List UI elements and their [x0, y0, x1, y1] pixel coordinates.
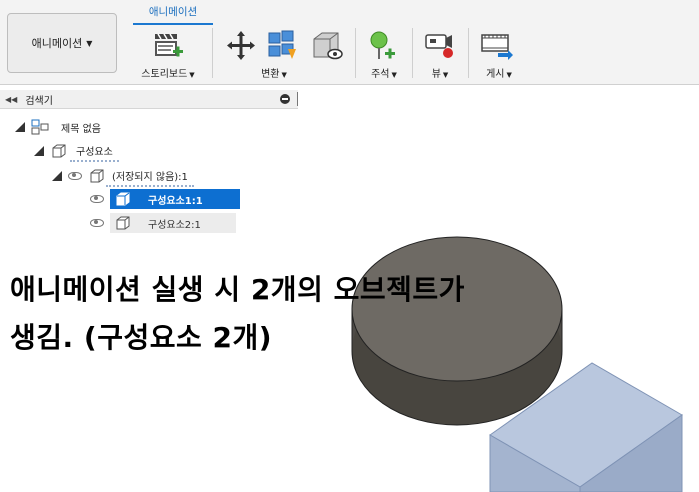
tree-row-component2[interactable]: 구성요소2:1	[90, 213, 236, 233]
callout-pin-icon	[370, 31, 395, 59]
minimize-icon[interactable]	[280, 94, 290, 104]
divider	[355, 28, 356, 78]
transform-group[interactable]: 변환 ▼	[218, 26, 350, 82]
transform-components-icon	[268, 30, 296, 59]
browser-title: 검색기	[25, 95, 53, 107]
tree-item-component2[interactable]: 구성요소2:1	[110, 213, 236, 233]
publish-group[interactable]: 게시 ▼	[472, 26, 526, 82]
visibility-eye-icon[interactable]	[90, 195, 104, 203]
tree-row-root[interactable]: 제목 없음	[15, 117, 107, 137]
tree-label-unsaved: (저장되지 않음):1	[106, 166, 194, 187]
storyboard-group[interactable]: 스토리보드 ▼	[128, 26, 208, 82]
body-icon	[116, 192, 130, 206]
tree-row-components[interactable]: 구성요소	[34, 141, 119, 162]
storyboard-label: 스토리보드 ▼	[141, 69, 195, 80]
expand-toggle-icon[interactable]	[52, 171, 62, 181]
body-icon	[116, 216, 130, 230]
workspace-selector[interactable]: 애니메이션 ▼	[7, 13, 117, 73]
tree-label-root: 제목 없음	[61, 123, 101, 135]
annotate-label: 주석 ▼	[371, 69, 397, 80]
divider	[412, 28, 413, 78]
toolbar: 애니메이션 ▼ 애니메이션 스토리보드 ▼ 변환 ▼ 주석 ▼ 뷰 ▼ 게시 ▼	[0, 0, 699, 85]
panel-resize-handle[interactable]	[297, 92, 298, 106]
tree-label-components: 구성요소	[70, 141, 119, 162]
selected-item[interactable]: 구성요소1:1	[110, 189, 240, 209]
divider	[468, 28, 469, 78]
view-label: 뷰 ▼	[431, 69, 449, 80]
workspace-label: 애니메이션	[31, 37, 83, 50]
show-hide-icon	[313, 32, 343, 60]
viewport-canvas[interactable]	[340, 225, 699, 492]
tree-row-unsaved[interactable]: (저장되지 않음):1	[52, 166, 194, 187]
expand-toggle-icon[interactable]	[34, 146, 44, 156]
component-icon	[90, 169, 104, 183]
cylinder-body[interactable]	[351, 236, 563, 426]
expand-toggle-icon[interactable]	[15, 122, 25, 132]
visibility-eye-icon[interactable]	[68, 172, 82, 180]
visibility-eye-icon[interactable]	[90, 219, 104, 227]
document-icon	[31, 119, 49, 135]
storyboard-icon	[155, 33, 183, 57]
tab-animation[interactable]: 애니메이션	[133, 4, 213, 24]
annotation-line-2: 생김. (구성요소 2개)	[10, 321, 273, 354]
annotate-group[interactable]: 주석 ▼	[360, 26, 408, 82]
transform-label: 변환 ▼	[261, 69, 287, 80]
browser-panel-header: ◀◀ 검색기	[0, 90, 298, 109]
publish-video-icon	[481, 34, 513, 60]
view-group[interactable]: 뷰 ▼	[416, 26, 464, 82]
component-group-icon	[52, 144, 66, 158]
active-tab-indicator	[133, 23, 213, 25]
collapse-panel-icon[interactable]: ◀◀	[5, 95, 17, 104]
tree-row-component1[interactable]: 구성요소1:1	[90, 189, 240, 209]
move-icon	[227, 31, 255, 60]
record-view-icon	[425, 34, 453, 58]
chevron-down-icon: ▼	[86, 38, 93, 48]
annotation-line-1: 애니메이션 실생 시 2개의 오브젝트가	[10, 273, 465, 306]
publish-label: 게시 ▼	[486, 69, 512, 80]
tree-label-component2: 구성요소2:1	[148, 219, 201, 231]
tree-label-component1: 구성요소1:1	[148, 195, 203, 207]
